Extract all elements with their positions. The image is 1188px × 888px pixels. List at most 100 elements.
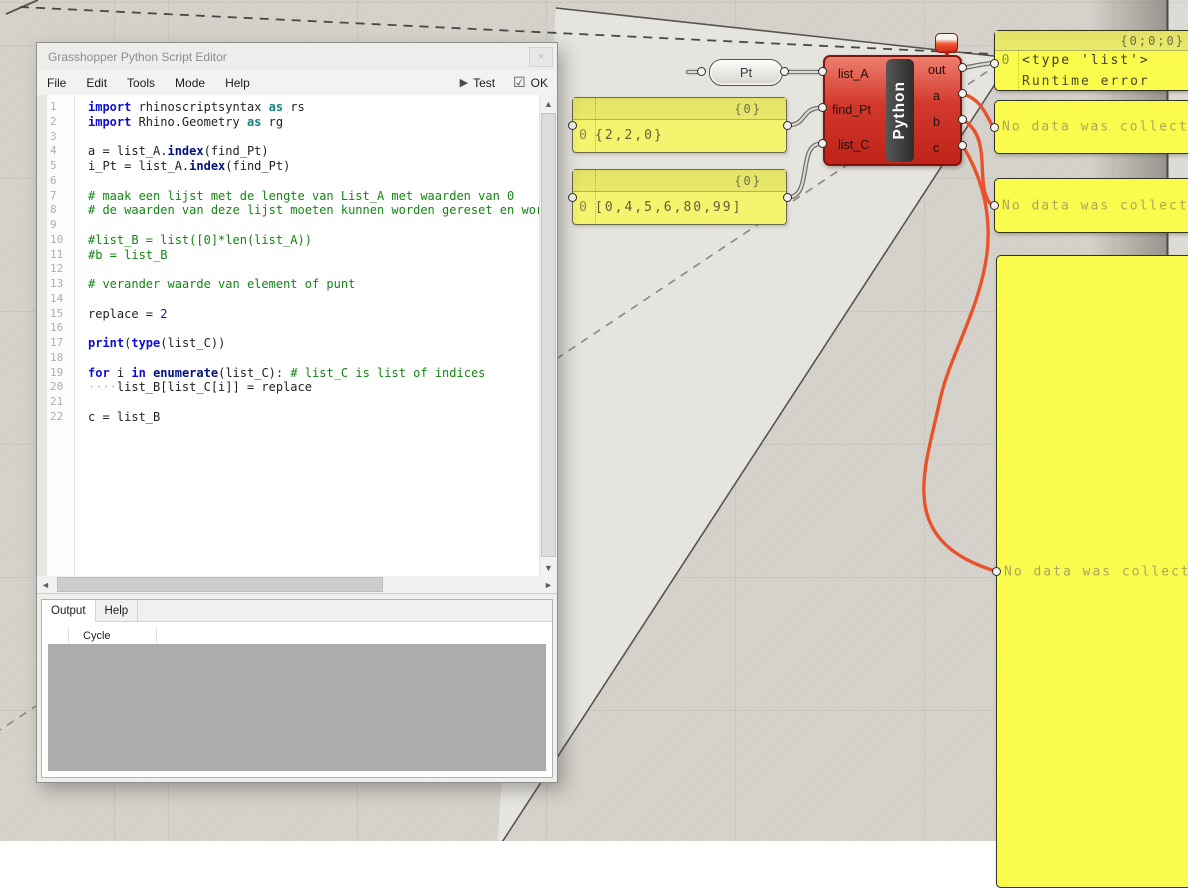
pt-parameter[interactable]: Pt: [709, 59, 783, 86]
python-grip-out[interactable]: [958, 63, 967, 72]
line-number: 11: [47, 248, 74, 263]
scroll-left-icon[interactable]: ◄: [37, 576, 54, 593]
code-editor[interactable]: 12345678910111213141516171819202122 impo…: [37, 95, 557, 577]
panel-a-input-grip[interactable]: [990, 123, 999, 132]
code-line[interactable]: [88, 218, 540, 233]
code-line[interactable]: [88, 262, 540, 277]
code-line[interactable]: print(type(list_C)): [88, 336, 540, 351]
python-grip-listC[interactable]: [818, 139, 827, 148]
panel-row-index: 0: [573, 200, 595, 215]
panel-a[interactable]: No data was collected…: [994, 100, 1188, 154]
menu-item-mode[interactable]: Mode: [165, 70, 215, 95]
panel-point[interactable]: {0} 0 {2,2,0}: [572, 97, 787, 153]
python-script-editor-window[interactable]: Grasshopper Python Script Editor × File …: [36, 42, 558, 783]
panel-indices[interactable]: {0} 0 [0,4,5,6,80,99]: [572, 169, 787, 225]
panel-out[interactable]: {0;0;0} 0 <type 'list'> Runtime error: [994, 30, 1188, 91]
scroll-up-icon[interactable]: ▲: [540, 95, 557, 112]
panel-point-input-grip[interactable]: [568, 121, 577, 130]
python-grip-listA[interactable]: [818, 67, 827, 76]
output-table-body[interactable]: [48, 644, 546, 771]
code-line[interactable]: replace = 2: [88, 307, 540, 322]
code-line[interactable]: a = list_A.index(find_Pt): [88, 144, 540, 159]
panel-row-index: 0: [573, 128, 595, 143]
vertical-scrollbar[interactable]: ▲ ▼: [539, 95, 557, 576]
output-panel: Output Help Cycle: [41, 599, 553, 778]
panel-indices-output-grip[interactable]: [783, 193, 792, 202]
menu-item-tools[interactable]: Tools: [117, 70, 165, 95]
gutter-strip: [37, 95, 47, 576]
panel-indices-path: {0}: [573, 170, 786, 192]
code-line[interactable]: import Rhino.Geometry as rg: [88, 115, 540, 130]
python-output-c: c: [933, 141, 939, 155]
python-grip-b[interactable]: [958, 115, 967, 124]
code-line[interactable]: [88, 292, 540, 307]
panel-out-input-grip[interactable]: [990, 59, 999, 68]
horizontal-scrollbar-thumb[interactable]: [57, 577, 383, 592]
scroll-right-icon[interactable]: ►: [540, 576, 557, 593]
close-icon[interactable]: ×: [529, 47, 553, 67]
python-grip-c[interactable]: [958, 141, 967, 150]
vertical-scrollbar-thumb[interactable]: [541, 113, 556, 557]
ok-button[interactable]: ☑ OK: [504, 74, 557, 91]
code-line[interactable]: # maak een lijst met de lengte van List_…: [88, 189, 540, 204]
panel-row-value: Runtime error: [1018, 74, 1150, 89]
code-line[interactable]: [88, 395, 540, 410]
code-line[interactable]: i_Pt = list_A.index(find_Pt): [88, 159, 540, 174]
line-number: 17: [47, 336, 74, 351]
panel-indices-input-grip[interactable]: [568, 193, 577, 202]
output-tabbar: Output Help: [42, 600, 552, 622]
scroll-down-icon[interactable]: ▼: [540, 559, 557, 576]
panel-point-output-grip[interactable]: [783, 121, 792, 130]
tab-output[interactable]: Output: [42, 600, 96, 622]
python-component[interactable]: list_A find_Pt list_C Python out a b c: [823, 55, 962, 166]
code-line[interactable]: c = list_B: [88, 410, 540, 425]
error-balloon-icon[interactable]: [935, 33, 958, 53]
panel-b-input-grip[interactable]: [990, 201, 999, 210]
line-number: 3: [47, 130, 74, 145]
code-line[interactable]: [88, 321, 540, 336]
title-bar[interactable]: Grasshopper Python Script Editor ×: [37, 43, 557, 70]
code-line[interactable]: import rhinoscriptsyntax as rs: [88, 100, 540, 115]
code-line[interactable]: [88, 351, 540, 366]
code-line[interactable]: [88, 130, 540, 145]
menu-bar: File Edit Tools Mode Help ▶ Test ☑ OK: [37, 70, 557, 96]
python-output-b: b: [933, 115, 940, 129]
horizontal-scrollbar[interactable]: ◄ ►: [37, 576, 557, 594]
output-table-header: Cycle: [48, 627, 546, 645]
panel-row-value: <type 'list'>: [1018, 53, 1150, 68]
menu-item-file[interactable]: File: [37, 70, 76, 95]
code-line[interactable]: for i in enumerate(list_C): # list_C is …: [88, 366, 540, 381]
panel-c[interactable]: No data was collected…: [996, 255, 1188, 888]
code-line[interactable]: # de waarden van deze lijst moeten kunne…: [88, 203, 540, 218]
pt-output-grip[interactable]: [780, 67, 789, 76]
python-component-name-bar[interactable]: Python: [886, 59, 914, 162]
pt-input-grip[interactable]: [697, 67, 706, 76]
menu-item-edit[interactable]: Edit: [76, 70, 117, 95]
code-lines[interactable]: import rhinoscriptsyntax as rsimport Rhi…: [76, 95, 540, 576]
python-grip-a[interactable]: [958, 89, 967, 98]
line-number: 14: [47, 292, 74, 307]
ok-button-label: OK: [531, 76, 548, 90]
code-line[interactable]: ····list_B[list_C[i]] = replace: [88, 380, 540, 395]
code-line[interactable]: # verander waarde van element of punt: [88, 277, 540, 292]
menu-item-help[interactable]: Help: [215, 70, 260, 95]
window-title: Grasshopper Python Script Editor: [48, 50, 227, 64]
panel-b[interactable]: No data was collected…: [994, 178, 1188, 233]
python-input-listA: list_A: [838, 67, 869, 81]
line-number: 19: [47, 366, 74, 381]
tab-help[interactable]: Help: [96, 600, 139, 621]
python-grip-findPt[interactable]: [818, 103, 827, 112]
line-number: 4: [47, 144, 74, 159]
code-line[interactable]: [88, 174, 540, 189]
checkbox-icon: ☑: [513, 74, 526, 91]
line-number: 5: [47, 159, 74, 174]
python-input-findPt: find_Pt: [832, 103, 871, 117]
line-number: 21: [47, 395, 74, 410]
code-line[interactable]: #b = list_B: [88, 248, 540, 263]
panel-point-path: {0}: [573, 98, 786, 120]
panel-c-input-grip[interactable]: [992, 567, 1001, 576]
code-line[interactable]: #list_B = list([0]*len(list_A)): [88, 233, 540, 248]
line-number: 6: [47, 174, 74, 189]
test-button[interactable]: ▶ Test: [451, 76, 504, 90]
panel-message: No data was collected…: [1002, 120, 1188, 135]
